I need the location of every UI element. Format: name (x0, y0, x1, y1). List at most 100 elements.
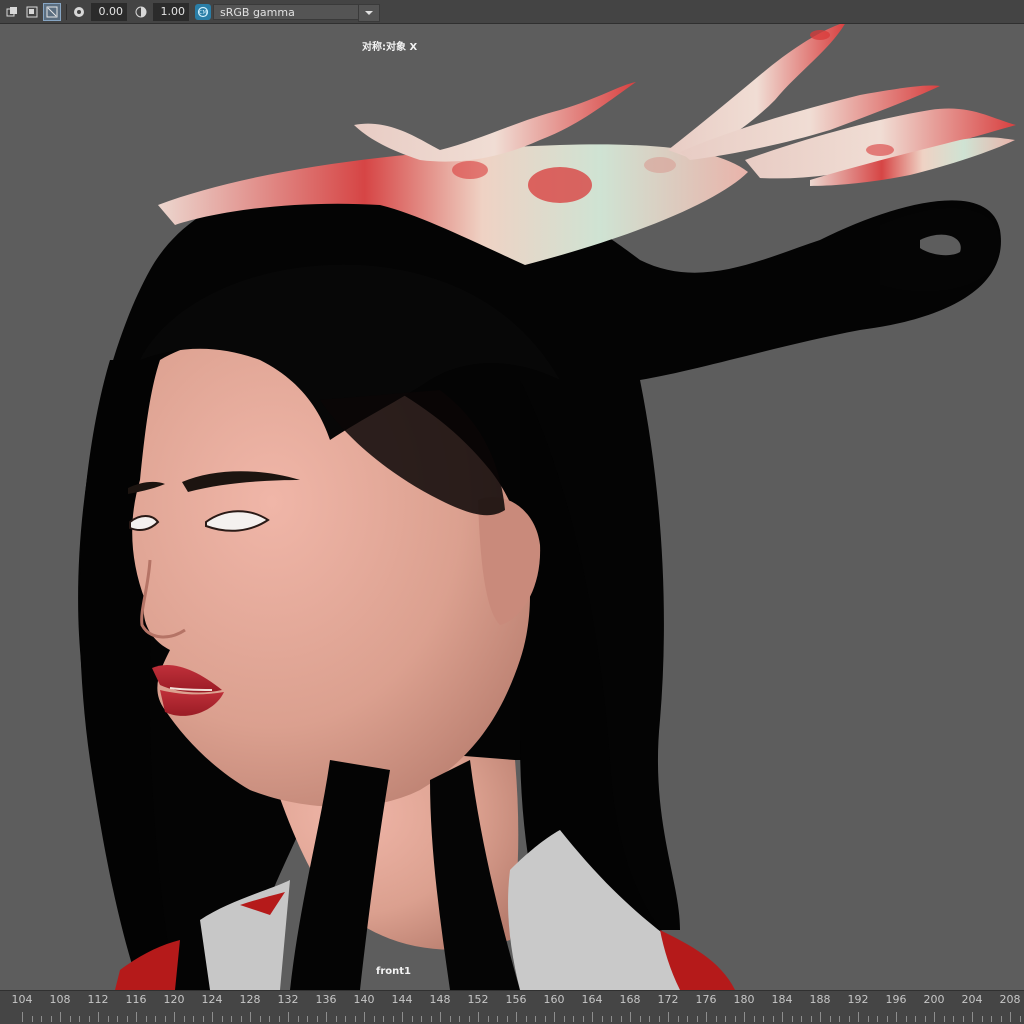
timeline-tick (506, 1016, 508, 1022)
viewport-toolbar: CM sRGB gamma (0, 0, 1024, 24)
timeline-tick (639, 1016, 641, 1022)
exposure-layers-icon[interactable] (4, 4, 20, 20)
timeline-tick (905, 1016, 907, 1022)
timeline-frame-label: 116 (125, 993, 147, 1006)
timeline-tick (278, 1016, 280, 1022)
timeline-tick (373, 1016, 375, 1022)
camera-name-label: front1 (376, 966, 412, 977)
view-transform-dropdown[interactable]: sRGB gamma (213, 3, 380, 22)
display-overlay-icon[interactable] (24, 4, 40, 20)
color-management-icon[interactable]: CM (195, 3, 211, 20)
timeline-tick (687, 1016, 688, 1022)
timeline-tick (392, 1016, 394, 1022)
timeline-tick (193, 1016, 194, 1022)
timeline-tick (725, 1016, 726, 1022)
timeline-tick (877, 1016, 878, 1022)
timeline-tick (1010, 1012, 1011, 1022)
time-slider[interactable]: 104 108 112 116 120 124 128 132 136 140 144 148 152 1… (0, 990, 1024, 1024)
timeline-tick (478, 1012, 479, 1022)
timeline-tick (706, 1012, 707, 1022)
timeline-tick (734, 1016, 736, 1022)
timeline-tick (715, 1016, 717, 1022)
timeline-frame-label: 124 (201, 993, 223, 1006)
timeline-tick (497, 1016, 498, 1022)
timeline-tick (297, 1016, 299, 1022)
timeline-frame-label: 180 (733, 993, 755, 1006)
timeline-tick (649, 1016, 650, 1022)
timeline-tick (763, 1016, 764, 1022)
timeline-tick (459, 1016, 460, 1022)
chevron-down-icon[interactable] (358, 3, 380, 22)
timeline-tick (791, 1016, 793, 1022)
timeline-tick (896, 1012, 897, 1022)
timeline-tick (696, 1016, 698, 1022)
timeline-tick (345, 1016, 346, 1022)
timeline-tick (782, 1012, 783, 1022)
timeline-tick (411, 1016, 413, 1022)
gamma-field[interactable] (153, 2, 189, 21)
timeline-frame-label: 200 (923, 993, 945, 1006)
timeline-tick (212, 1012, 213, 1022)
timeline-tick (801, 1016, 802, 1022)
timeline-tick (563, 1016, 565, 1022)
timeline-tick (174, 1012, 175, 1022)
timeline-tick (924, 1016, 926, 1022)
3d-viewport[interactable]: 对称:对象 X front1 (0, 24, 1024, 990)
timeline-tick (753, 1016, 755, 1022)
timeline-tick (620, 1016, 622, 1022)
timeline-tick (858, 1012, 859, 1022)
timeline-tick (79, 1016, 80, 1022)
exposure-icon[interactable] (71, 4, 87, 20)
timeline-frame-label: 196 (885, 993, 907, 1006)
timeline-tick (1000, 1016, 1002, 1022)
timeline-tick (658, 1016, 660, 1022)
timeline-tick (69, 1016, 71, 1022)
view-transform-value: sRGB gamma (220, 5, 295, 19)
timeline-tick (269, 1016, 270, 1022)
timeline-tick (934, 1012, 935, 1022)
timeline-tick (867, 1016, 869, 1022)
timeline-frame-label: 112 (87, 993, 109, 1006)
timeline-tick (487, 1016, 489, 1022)
timeline-frame-label: 108 (49, 993, 71, 1006)
timeline-tick (601, 1016, 603, 1022)
timeline-tick (468, 1016, 470, 1022)
timeline-frame-label: 148 (429, 993, 451, 1006)
maya-viewport-window: CM sRGB gamma (0, 0, 1024, 1024)
timeline-tick (839, 1016, 840, 1022)
timeline-tick (943, 1016, 945, 1022)
timeline-tick (316, 1016, 318, 1022)
timeline-tick (164, 1016, 166, 1022)
pixel-aspect-icon[interactable] (43, 2, 61, 21)
timeline-tick (22, 1012, 23, 1022)
timeline-frame-label: 136 (315, 993, 337, 1006)
gamma-icon[interactable] (133, 4, 149, 20)
timeline-tick (231, 1016, 232, 1022)
timeline-tick (202, 1016, 204, 1022)
timeline-frame-label: 176 (695, 993, 717, 1006)
timeline-tick (60, 1012, 61, 1022)
timeline-tick (354, 1016, 356, 1022)
timeline-tick (430, 1016, 432, 1022)
timeline-tick (516, 1012, 517, 1022)
timeline-tick (240, 1016, 242, 1022)
timeline-tick (630, 1012, 631, 1022)
symmetry-hud-label: 对称:对象 X (362, 42, 418, 53)
timeline-tick (525, 1016, 527, 1022)
timeline-tick (449, 1016, 451, 1022)
timeline-frame-label: 128 (239, 993, 261, 1006)
timeline-tick (611, 1016, 612, 1022)
timeline-tick (50, 1016, 52, 1022)
timeline-tick (117, 1016, 118, 1022)
timeline-frame-label: 132 (277, 993, 299, 1006)
timeline-tick (98, 1012, 99, 1022)
timeline-tick (848, 1016, 850, 1022)
timeline-frame-label: 164 (581, 993, 603, 1006)
timeline-tick (991, 1016, 992, 1022)
timeline-tick (915, 1016, 916, 1022)
exposure-field[interactable] (91, 2, 127, 21)
timeline-frame-label: 188 (809, 993, 831, 1006)
timeline-frame-label: 192 (847, 993, 869, 1006)
timeline-tick (573, 1016, 574, 1022)
timeline-tick (772, 1016, 774, 1022)
